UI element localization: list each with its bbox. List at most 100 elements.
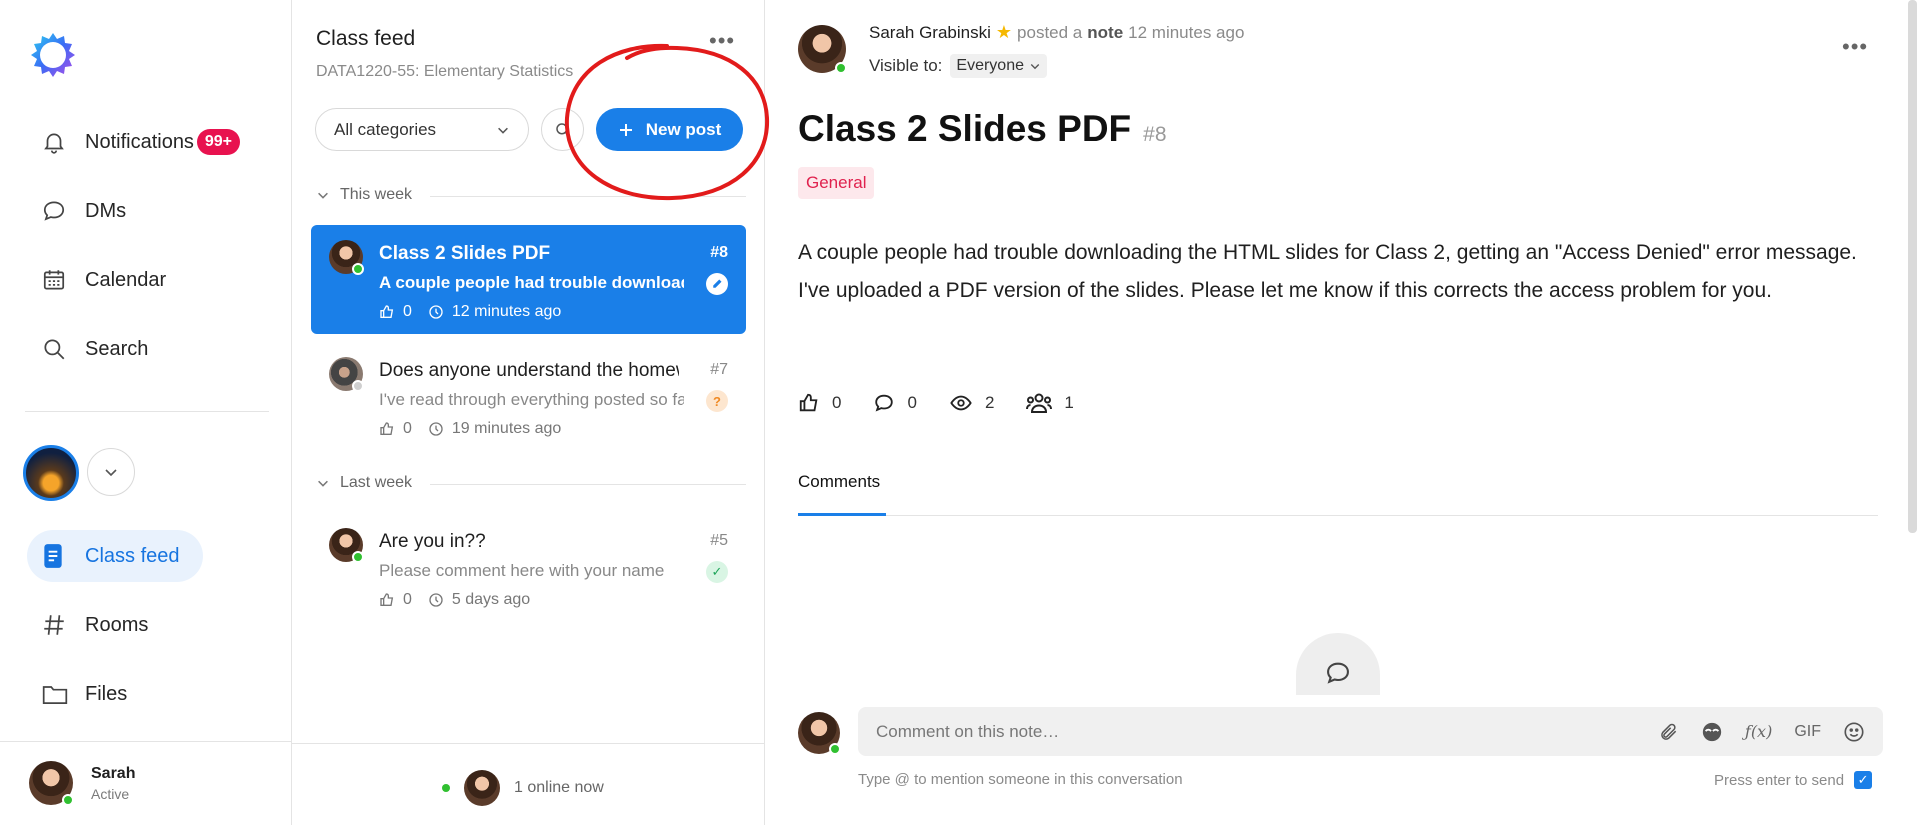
visibility-select[interactable]: Everyone (950, 54, 1047, 78)
thumbs-up-icon (380, 593, 394, 606)
nav-class-feed-label: Class feed (85, 544, 180, 567)
gif-button[interactable]: GIF (1794, 723, 1821, 741)
chevron-down-icon (498, 127, 508, 134)
nav-dms[interactable]: DMs (27, 185, 267, 237)
commenter-avatar (798, 712, 841, 755)
online-count: 1 online now (514, 779, 604, 796)
like-stat[interactable]: 0 (798, 392, 841, 414)
nav-files-label: Files (85, 682, 128, 705)
post-kind: note (1087, 22, 1124, 42)
category-select[interactable]: All categories (315, 108, 529, 151)
online-indicator (62, 794, 74, 806)
post-author-avatar (329, 528, 364, 563)
feed-footer-divider (292, 743, 764, 744)
scrollbar[interactable] (1908, 0, 1917, 533)
user-status: Active (91, 785, 130, 802)
post-snippet: I've read through everything posted so f… (379, 390, 684, 409)
post-item-5[interactable]: Are you in?? #5 Please comment here with… (311, 513, 746, 622)
tab-comments[interactable]: Comments (798, 472, 880, 492)
document-icon (27, 543, 85, 569)
post-number: #5 (710, 532, 728, 549)
post-number: #7 (710, 361, 728, 378)
question-status-icon: ? (706, 390, 728, 412)
clock-icon (429, 422, 443, 436)
comment-input-placeholder: Comment on this note… (876, 721, 1060, 741)
nav-rooms[interactable]: Rooms (27, 599, 267, 651)
group-header-last-week[interactable]: Last week (316, 474, 412, 492)
post-time: 5 days ago (451, 591, 531, 608)
group-header-this-week[interactable]: This week (316, 186, 412, 204)
comment-input[interactable]: Comment on this note… ƒ(x) GIF (858, 707, 1883, 756)
search-icon (555, 122, 570, 137)
nav-class-feed[interactable]: Class feed (27, 530, 203, 582)
thumbs-up-icon (799, 393, 818, 412)
emoji-icon[interactable] (1843, 721, 1865, 743)
post-title: Does anyone understand the homework? (379, 360, 679, 381)
like-count: 0 (832, 393, 842, 412)
visibility: Visible to: Everyone (869, 54, 1047, 78)
class-switcher-button[interactable] (87, 448, 135, 496)
post-meta: 0 5 days ago (379, 591, 530, 609)
comment-icon (1327, 662, 1349, 684)
more-options-icon[interactable]: ••• (709, 28, 735, 54)
nav-notifications[interactable]: Notifications 99+ (27, 116, 267, 168)
nav-calendar[interactable]: Calendar (27, 254, 267, 306)
post-item-7[interactable]: Does anyone understand the homework? #7 … (311, 342, 746, 451)
new-post-label: New post (645, 119, 722, 139)
author-avatar[interactable] (798, 25, 847, 74)
post-time: 12 minutes ago (1128, 22, 1245, 42)
thumbs-up-icon (380, 422, 394, 435)
app-logo-icon[interactable] (29, 31, 77, 79)
group-divider (430, 196, 746, 197)
chevron-down-icon (318, 192, 328, 199)
new-post-button[interactable]: New post (596, 108, 743, 151)
view-count: 2 (984, 393, 995, 412)
group-this-week-label: This week (340, 186, 413, 203)
paperclip-icon[interactable] (1659, 722, 1679, 742)
hash-icon (27, 612, 85, 638)
online-dot (442, 784, 450, 792)
nav-notifications-label: Notifications (85, 130, 194, 153)
nav-divider (25, 411, 269, 412)
mention-hint: Type @ to mention someone in this conver… (858, 771, 1183, 788)
post-byline: Sarah Grabinski ★ posted a note 12 minut… (869, 22, 1244, 43)
post-item-8[interactable]: Class 2 Slides PDF #8 A couple people ha… (311, 225, 746, 334)
chevron-down-icon (1030, 64, 1040, 70)
clock-icon (429, 593, 443, 607)
empty-comments-illustration (1296, 633, 1380, 695)
post-author-avatar (329, 240, 364, 275)
post-snippet: Please comment here with your name (379, 561, 665, 580)
category-select-value: All categories (334, 119, 437, 139)
post-meta: 0 19 minutes ago (379, 420, 561, 438)
feed-title: Class feed (316, 27, 416, 50)
author-name[interactable]: Sarah Grabinski (869, 23, 991, 43)
pencil-icon (706, 273, 728, 295)
user-avatar (29, 761, 74, 806)
calendar-icon (27, 267, 85, 293)
feed-search-button[interactable] (541, 108, 584, 151)
nav-bottom-divider (0, 741, 292, 742)
course-name: DATA1220-55: Elementary Statistics (316, 63, 574, 80)
post-title: Class 2 Slides PDF (798, 108, 1132, 149)
nav-files[interactable]: Files (27, 668, 267, 720)
current-user[interactable]: Sarah Active (29, 761, 135, 806)
comment-tools: ƒ(x) GIF (1659, 721, 1865, 743)
press-enter-checkbox[interactable]: ✓ (1854, 771, 1873, 789)
comment-icon (875, 394, 894, 412)
online-now[interactable]: 1 online now (442, 770, 604, 806)
nav-search[interactable]: Search (27, 323, 267, 375)
class-avatar[interactable] (23, 445, 79, 501)
post-meta: 0 12 minutes ago (379, 303, 561, 321)
nav-calendar-label: Calendar (85, 268, 167, 291)
formula-icon[interactable]: ƒ(x) (1745, 722, 1772, 741)
category-tag[interactable]: General (798, 167, 875, 199)
post-more-options-icon[interactable]: ••• (1842, 34, 1868, 60)
anonymous-mask-icon[interactable] (1701, 721, 1723, 743)
comment-count: 0 (907, 393, 917, 412)
star-icon: ★ (995, 22, 1013, 42)
visibility-value: Everyone (956, 57, 1024, 74)
post-number: #8 (1143, 123, 1167, 146)
post-author-avatar (329, 357, 364, 392)
class-feed-panel: Class feed DATA1220-55: Elementary Stati… (292, 0, 765, 825)
folder-icon (27, 681, 85, 707)
